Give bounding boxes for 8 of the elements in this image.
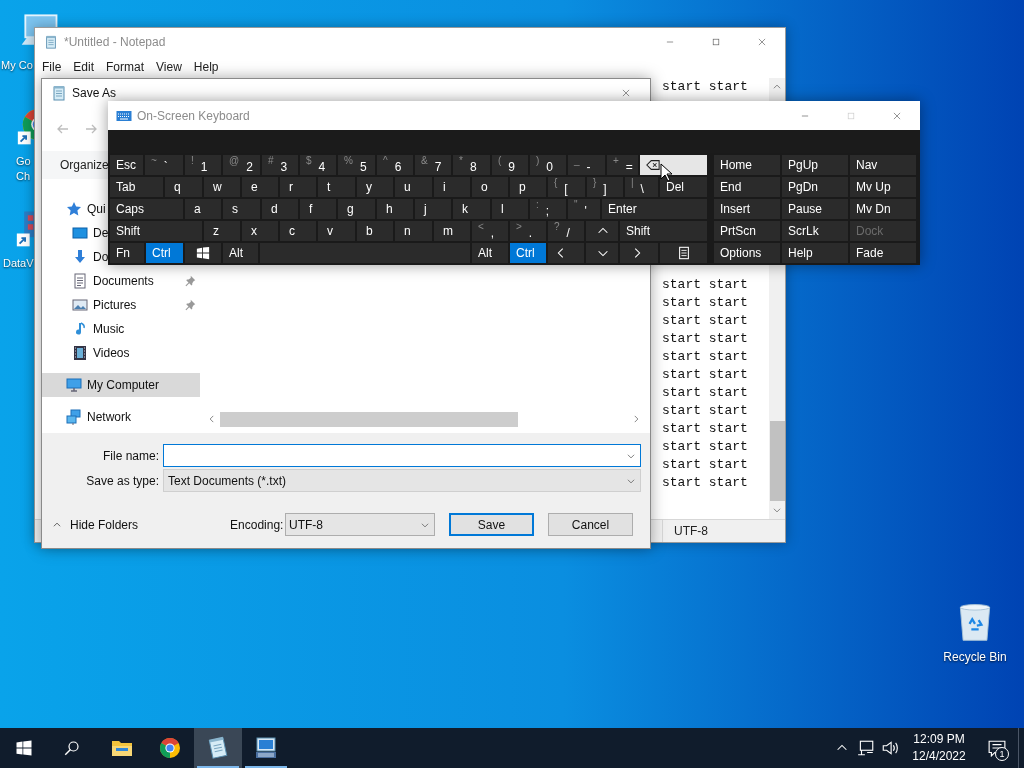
encoding-label: Encoding:: [230, 516, 285, 534]
field-label: File name:: [101, 447, 160, 465]
notification-count: 1: [995, 747, 1009, 761]
window-title: On-Screen Keyboard: [137, 107, 250, 125]
window-title: *Untitled - Notepad: [64, 33, 166, 51]
dialog-title: Save As: [72, 85, 117, 102]
encoding-status: UTF-8: [674, 523, 708, 540]
field-label: Save as type:: [85, 472, 160, 490]
